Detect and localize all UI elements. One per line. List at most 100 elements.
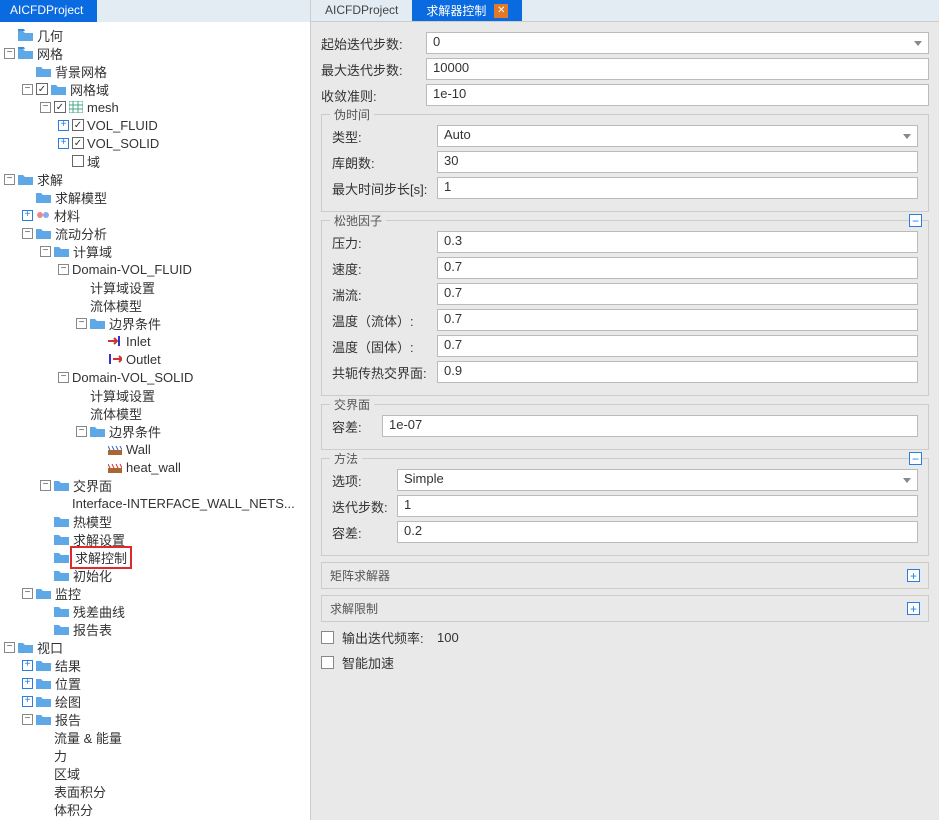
tol2-input[interactable]: 0.2 bbox=[397, 521, 918, 543]
expand-icon[interactable]: + bbox=[22, 678, 33, 689]
collapse-icon[interactable]: − bbox=[22, 228, 33, 239]
tree-solve[interactable]: −求解 bbox=[0, 170, 310, 188]
tree-monitor[interactable]: −监控 bbox=[0, 584, 310, 602]
collapse-icon[interactable]: − bbox=[40, 102, 51, 113]
tree-vol-solid[interactable]: +VOL_SOLID bbox=[0, 134, 310, 152]
tree-surface-integral[interactable]: 表面积分 bbox=[0, 782, 310, 800]
tree-bc-solid[interactable]: −边界条件 bbox=[0, 422, 310, 440]
tree-outlet[interactable]: Outlet bbox=[0, 350, 310, 368]
tree-wall[interactable]: Wall bbox=[0, 440, 310, 458]
checkbox-smart-accel[interactable] bbox=[321, 656, 334, 669]
tree-initialization[interactable]: 初始化 bbox=[0, 566, 310, 584]
tree-solve-settings[interactable]: 求解设置 bbox=[0, 530, 310, 548]
tree-bg-mesh[interactable]: 背景网格 bbox=[0, 62, 310, 80]
tree-vol-fluid[interactable]: +VOL_FLUID bbox=[0, 116, 310, 134]
collapse-icon[interactable]: − bbox=[909, 214, 922, 227]
group-matrix-solver[interactable]: 矩阵求解器 + bbox=[321, 562, 929, 589]
left-tab-project[interactable]: AICFDProject bbox=[0, 0, 97, 22]
pressure-input[interactable]: 0.3 bbox=[437, 231, 918, 253]
tree-heat-wall[interactable]: heat_wall bbox=[0, 458, 310, 476]
tree-region[interactable]: 区域 bbox=[0, 764, 310, 782]
collapse-icon[interactable]: − bbox=[22, 588, 33, 599]
folder-icon bbox=[36, 695, 51, 707]
close-icon[interactable]: ✕ bbox=[494, 4, 508, 18]
tree-domain-solid[interactable]: −Domain-VOL_SOLID bbox=[0, 368, 310, 386]
temp-fluid-input[interactable]: 0.7 bbox=[437, 309, 918, 331]
collapse-icon[interactable]: − bbox=[40, 246, 51, 257]
tree-result[interactable]: +结果 bbox=[0, 656, 310, 674]
tolerance-input[interactable]: 1e-07 bbox=[382, 415, 918, 437]
tree-flow-analysis[interactable]: −流动分析 bbox=[0, 224, 310, 242]
tree-solver-control[interactable]: 求解控制 bbox=[0, 548, 310, 566]
output-freq-input[interactable]: 100 bbox=[437, 630, 929, 645]
tree-domain-empty[interactable]: 域 bbox=[0, 152, 310, 170]
tree-report[interactable]: −报告 bbox=[0, 710, 310, 728]
group-solve-limits[interactable]: 求解限制 + bbox=[321, 595, 929, 622]
collapse-icon[interactable]: − bbox=[22, 84, 33, 95]
tree-force[interactable]: 力 bbox=[0, 746, 310, 764]
expand-icon[interactable]: + bbox=[58, 138, 69, 149]
checkbox[interactable] bbox=[36, 83, 48, 95]
temp-solid-input[interactable]: 0.7 bbox=[437, 335, 918, 357]
tree-interface[interactable]: −交界面 bbox=[0, 476, 310, 494]
tree-plot[interactable]: +绘图 bbox=[0, 692, 310, 710]
expand-icon[interactable]: + bbox=[907, 602, 920, 615]
tree-fluid-model-solid[interactable]: 流体模型 bbox=[0, 404, 310, 422]
tree-report-table[interactable]: 报告表 bbox=[0, 620, 310, 638]
collapse-icon[interactable]: − bbox=[22, 714, 33, 725]
max-timestep-input[interactable]: 1 bbox=[437, 177, 918, 199]
start-iter-input[interactable]: 0 bbox=[426, 32, 929, 54]
max-iter-input[interactable]: 10000 bbox=[426, 58, 929, 80]
courant-input[interactable]: 30 bbox=[437, 151, 918, 173]
collapse-icon[interactable]: − bbox=[4, 174, 15, 185]
tree-fluid-model-fluid[interactable]: 流体模型 bbox=[0, 296, 310, 314]
turb-input[interactable]: 0.7 bbox=[437, 283, 918, 305]
group-title: 矩阵求解器 bbox=[330, 567, 390, 584]
checkbox[interactable] bbox=[72, 119, 84, 131]
checkbox[interactable] bbox=[72, 137, 84, 149]
tree-volume-integral[interactable]: 体积分 bbox=[0, 800, 310, 818]
tree-comp-settings-fluid[interactable]: 计算域设置 bbox=[0, 278, 310, 296]
collapse-icon[interactable]: − bbox=[76, 318, 87, 329]
option-select[interactable]: Simple bbox=[397, 469, 918, 491]
collapse-icon[interactable]: − bbox=[4, 642, 15, 653]
expand-icon[interactable]: + bbox=[22, 210, 33, 221]
checkbox[interactable] bbox=[72, 155, 84, 167]
collapse-icon[interactable]: − bbox=[58, 264, 69, 275]
collapse-icon[interactable]: − bbox=[76, 426, 87, 437]
tree-domain-fluid[interactable]: −Domain-VOL_FLUID bbox=[0, 260, 310, 278]
tree-heat-model[interactable]: 热模型 bbox=[0, 512, 310, 530]
tree-solve-model[interactable]: 求解模型 bbox=[0, 188, 310, 206]
cht-input[interactable]: 0.9 bbox=[437, 361, 918, 383]
collapse-icon[interactable]: − bbox=[40, 480, 51, 491]
type-select[interactable]: Auto bbox=[437, 125, 918, 147]
tree-mesh-item[interactable]: −mesh bbox=[0, 98, 310, 116]
expand-icon[interactable]: + bbox=[22, 660, 33, 671]
collapse-icon[interactable]: − bbox=[58, 372, 69, 383]
tree-viewport[interactable]: −视口 bbox=[0, 638, 310, 656]
checkbox-output-freq[interactable] bbox=[321, 631, 334, 644]
tree-inlet[interactable]: Inlet bbox=[0, 332, 310, 350]
tree-flow-energy[interactable]: 流量 & 能量 bbox=[0, 728, 310, 746]
expand-icon[interactable]: + bbox=[907, 569, 920, 582]
tree-residual[interactable]: 残差曲线 bbox=[0, 602, 310, 620]
tree-interface-item[interactable]: Interface-INTERFACE_WALL_NETS... bbox=[0, 494, 310, 512]
velocity-input[interactable]: 0.7 bbox=[437, 257, 918, 279]
tree-mesh[interactable]: −网格 bbox=[0, 44, 310, 62]
tree-material[interactable]: +材料 bbox=[0, 206, 310, 224]
tree-mesh-domain[interactable]: −网格域 bbox=[0, 80, 310, 98]
tree-geometry[interactable]: 几何 bbox=[0, 26, 310, 44]
tree-comp-domain[interactable]: −计算域 bbox=[0, 242, 310, 260]
tree-position[interactable]: +位置 bbox=[0, 674, 310, 692]
expand-icon[interactable]: + bbox=[22, 696, 33, 707]
checkbox[interactable] bbox=[54, 101, 66, 113]
tab-project[interactable]: AICFDProject bbox=[311, 0, 412, 21]
converge-input[interactable]: 1e-10 bbox=[426, 84, 929, 106]
tree-comp-settings-solid[interactable]: 计算域设置 bbox=[0, 386, 310, 404]
tab-solver-control[interactable]: 求解器控制 ✕ bbox=[412, 0, 522, 21]
collapse-icon[interactable]: − bbox=[909, 452, 922, 465]
collapse-icon[interactable]: − bbox=[4, 48, 15, 59]
tree-bc-fluid[interactable]: −边界条件 bbox=[0, 314, 310, 332]
iter-steps-input[interactable]: 1 bbox=[397, 495, 918, 517]
expand-icon[interactable]: + bbox=[58, 120, 69, 131]
